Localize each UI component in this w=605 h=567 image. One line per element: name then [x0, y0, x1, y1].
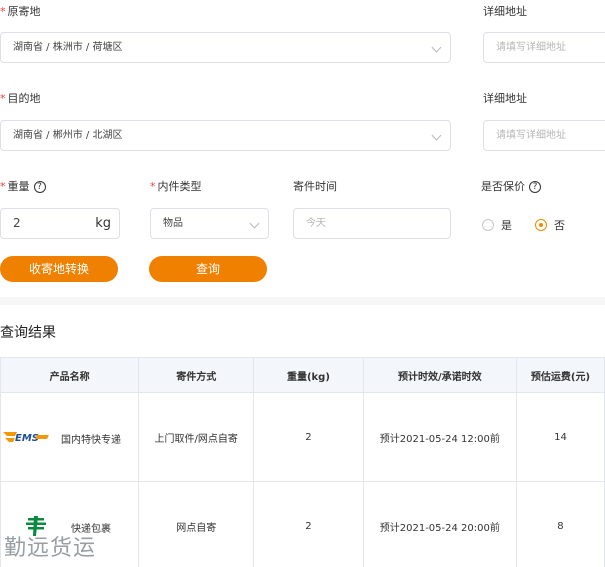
- weight-unit: kg: [95, 216, 111, 231]
- destination-detail-label: 详细地址: [483, 92, 527, 105]
- weight-label: * 重量?: [0, 178, 46, 194]
- swap-address-button[interactable]: 收寄地转换: [0, 256, 118, 282]
- insured-no-label[interactable]: 否: [554, 217, 565, 233]
- method-cell: 网点自寄: [138, 481, 255, 567]
- column-header-product: 产品名称: [0, 357, 140, 393]
- origin-value: 湖南省 / 株洲市 / 荷塘区: [13, 42, 123, 53]
- product-cell: EMS 国内特快专递: [0, 392, 140, 482]
- svg-text:EMS: EMS: [15, 433, 39, 443]
- ems-logo: EMS: [3, 432, 49, 443]
- destination-label: * 目的地: [0, 92, 41, 105]
- destination-detail-input[interactable]: 请填写详细地址: [483, 120, 605, 151]
- send-time-label: 寄件时间: [293, 180, 337, 193]
- question-circle-icon[interactable]: ?: [33, 181, 46, 193]
- fee-cell: 8: [515, 481, 605, 567]
- chevron-down-icon: [431, 42, 442, 53]
- origin-label: * 原寄地: [0, 5, 41, 18]
- query-button[interactable]: 查询: [149, 256, 267, 282]
- origin-detail-label: 详细地址: [483, 5, 527, 18]
- destination-value: 湖南省 / 郴州市 / 北湖区: [13, 130, 123, 141]
- send-time-picker[interactable]: 今天: [293, 208, 451, 239]
- chevron-down-icon: [249, 218, 260, 229]
- insured-label: 是否保价?: [481, 178, 541, 194]
- destination-cascader[interactable]: 湖南省 / 郴州市 / 北湖区: [0, 120, 451, 151]
- table-row[interactable]: EMS 国内特快专递 上门取件/网点自寄 2 预计2021-05-24 12:0…: [0, 392, 605, 482]
- item-type-label: * 内件类型: [150, 180, 202, 193]
- section-divider: [0, 297, 605, 305]
- method-cell: 上门取件/网点自寄: [138, 392, 255, 482]
- column-header-fee: 预估运费(元): [515, 357, 605, 393]
- origin-detail-input[interactable]: 请填写详细地址: [483, 32, 605, 63]
- weight-cell: 2: [253, 392, 364, 482]
- column-header-method: 寄件方式: [138, 357, 255, 393]
- item-type-select[interactable]: 物品: [150, 208, 269, 239]
- origin-cascader[interactable]: 湖南省 / 株洲市 / 荷塘区: [0, 32, 451, 63]
- results-title: 查询结果: [0, 325, 56, 341]
- insured-yes-radio[interactable]: [482, 219, 494, 231]
- watermark: 勤远货运: [4, 536, 97, 561]
- weight-cell: 2: [253, 481, 364, 567]
- table-header-row: 产品名称 寄件方式 重量(kg) 预计时效/承诺时效 预估运费(元): [0, 357, 605, 393]
- insured-no-radio[interactable]: [535, 219, 547, 231]
- fee-cell: 14: [515, 392, 605, 482]
- product-name: 国内特快专递: [61, 435, 121, 446]
- weight-input[interactable]: 2 kg: [0, 208, 120, 239]
- item-type-value: 物品: [163, 218, 183, 229]
- eta-cell: 预计2021-05-24 20:00前: [362, 481, 517, 567]
- chevron-down-icon: [431, 130, 442, 141]
- insured-yes-label[interactable]: 是: [501, 217, 512, 233]
- eta-cell: 预计2021-05-24 12:00前: [362, 392, 517, 482]
- question-circle-icon[interactable]: ?: [529, 181, 541, 193]
- column-header-eta: 预计时效/承诺时效: [362, 357, 517, 393]
- column-header-weight: 重量(kg): [253, 357, 364, 393]
